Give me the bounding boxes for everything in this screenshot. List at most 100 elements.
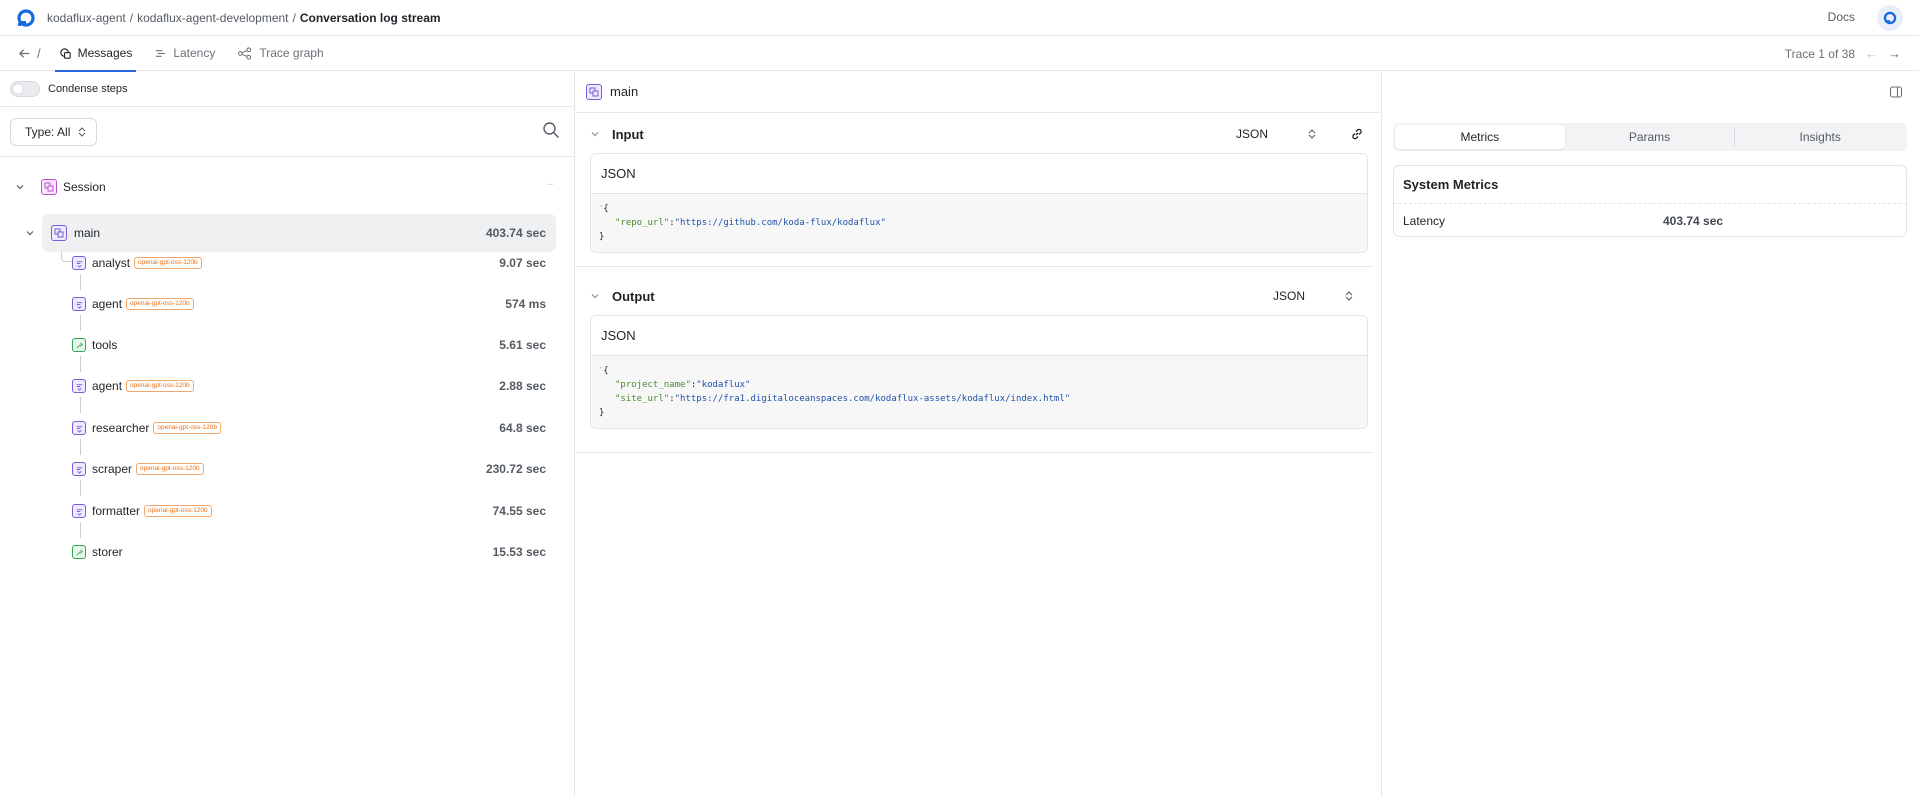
tab-metrics[interactable]: Metrics — [1395, 125, 1565, 149]
child-name: scraper — [92, 462, 133, 476]
breadcrumb-project[interactable]: kodaflux-agent — [47, 11, 126, 25]
child-time: 574 ms — [505, 297, 546, 311]
tree-connector — [80, 356, 81, 372]
tab-params[interactable]: Params — [1565, 125, 1735, 149]
session-label: Session — [63, 180, 106, 194]
type-filter-select[interactable]: Type: All — [10, 117, 98, 146]
messages-icon — [59, 47, 71, 59]
input-json-title: JSON — [591, 154, 1367, 194]
metric-label: Latency — [1403, 213, 1446, 228]
child-name: storer — [92, 545, 123, 559]
trace-graph-icon — [238, 46, 252, 60]
input-format-select[interactable]: JSON — [1236, 127, 1316, 141]
tree-connector — [80, 315, 81, 331]
breadcrumb: kodaflux-agent / kodaflux-agent-developm… — [47, 11, 441, 25]
model-badge: openai-gpt-oss-120b — [134, 257, 202, 269]
output-format-select[interactable]: JSON — [1273, 289, 1353, 303]
back-button[interactable]: / — [18, 46, 41, 61]
next-trace-icon[interactable]: → — [1888, 46, 1901, 61]
tab-latency-label: Latency — [173, 46, 216, 60]
llm-icon — [72, 462, 86, 476]
breadcrumb-separator: / — [292, 10, 296, 25]
tree-row-child[interactable]: researcher openai-gpt-oss-120b 64.8 sec — [72, 417, 556, 439]
json-open-brace: { — [603, 204, 609, 214]
output-title: Output — [612, 288, 655, 304]
tree-connector — [80, 480, 81, 496]
span-detail-panel: main Input JSON JSON ˇ{ "repo_url":"http… — [576, 71, 1382, 797]
avatar[interactable] — [1877, 5, 1903, 31]
llm-icon — [72, 379, 86, 393]
model-badge: openai-gpt-oss-120b — [126, 380, 194, 392]
llm-icon — [72, 297, 86, 311]
sidebar-toggle-icon[interactable] — [1889, 85, 1903, 99]
model-badge: openai-gpt-oss-120b — [153, 422, 221, 434]
input-section-header: Input JSON — [576, 115, 1374, 153]
tree-row-child[interactable]: storer 15.53 sec — [72, 541, 556, 563]
tree-connector — [80, 397, 81, 413]
llm-icon — [72, 421, 86, 435]
json-key: "site_url" — [615, 394, 670, 404]
child-name: tools — [92, 338, 118, 352]
tree-row-child[interactable]: scraper openai-gpt-oss-120b 230.72 sec — [72, 458, 556, 480]
input-json-card: JSON ˇ{ "repo_url":"https://github.com/k… — [590, 153, 1368, 253]
input-section: Input JSON JSON ˇ{ "repo_url":"https://g… — [576, 115, 1374, 267]
tree-row-child[interactable]: analyst openai-gpt-oss-120b 9.07 sec — [72, 252, 556, 274]
input-title: Input — [612, 126, 644, 142]
json-value: "https://github.com/koda-flux/kodaflux" — [674, 218, 886, 228]
previous-trace-icon[interactable]: ← — [1865, 46, 1878, 61]
chevron-updown-icon — [1308, 129, 1316, 139]
tab-messages[interactable]: Messages — [54, 36, 137, 72]
back-separator: / — [37, 45, 41, 61]
tree-row-main[interactable]: main 403.74 sec — [42, 214, 556, 252]
detail-tab-switcher: Metrics Params Insights — [1393, 123, 1907, 151]
trace-tree-panel: Condense steps Type: All Session – main … — [0, 71, 575, 797]
tree-connector — [80, 522, 81, 538]
logo-icon[interactable] — [15, 7, 37, 29]
breadcrumb-separator: / — [129, 10, 134, 25]
chevron-down-icon[interactable] — [590, 129, 600, 139]
tree-row-child[interactable]: formatter openai-gpt-oss-120b 74.55 sec — [72, 500, 556, 522]
docs-link[interactable]: Docs — [1828, 10, 1855, 24]
breadcrumb-environment[interactable]: kodaflux-agent-development — [137, 11, 288, 25]
link-icon[interactable] — [1350, 127, 1364, 141]
child-name: formatter — [92, 504, 141, 518]
span-title: main — [610, 84, 639, 99]
tree-row-child[interactable]: agent openai-gpt-oss-120b 574 ms — [72, 293, 556, 315]
condense-steps-row: Condense steps — [0, 71, 574, 107]
child-name: agent — [92, 297, 123, 311]
chevron-updown-icon — [1345, 291, 1353, 301]
json-close-brace: } — [599, 232, 605, 242]
top-header: kodaflux-agent / kodaflux-agent-developm… — [0, 0, 1919, 36]
tab-trace-graph[interactable]: Trace graph — [233, 36, 327, 71]
json-key: "project_name" — [615, 380, 691, 390]
json-value: "kodaflux" — [696, 380, 751, 390]
tab-messages-label: Messages — [77, 46, 133, 60]
main-time: 403.74 sec — [485, 226, 546, 240]
tree-row-session[interactable]: Session – — [0, 173, 575, 201]
tab-insights[interactable]: Insights — [1735, 125, 1905, 149]
session-collapse-icon[interactable]: – — [547, 179, 553, 190]
condense-steps-toggle[interactable] — [10, 80, 40, 97]
json-close-brace: } — [599, 408, 605, 418]
chevron-down-icon[interactable] — [590, 291, 600, 301]
child-time: 2.88 sec — [499, 379, 546, 393]
user-logo-icon — [1883, 11, 1897, 25]
llm-icon — [72, 504, 86, 518]
json-open-brace: { — [603, 366, 609, 376]
system-metrics-title: System Metrics — [1394, 166, 1906, 204]
metrics-panel: Metrics Params Insights System Metrics L… — [1383, 71, 1919, 797]
tab-latency[interactable]: Latency — [150, 36, 219, 71]
system-metrics-card: System Metrics Latency 403.74 sec — [1393, 165, 1907, 237]
llm-icon — [72, 256, 86, 270]
trace-navigator: Trace 1 of 38 ← → — [1785, 46, 1901, 61]
search-icon[interactable] — [542, 121, 560, 139]
tree-row-child[interactable]: agent openai-gpt-oss-120b 2.88 sec — [72, 375, 556, 397]
chevron-down-icon[interactable] — [25, 228, 35, 238]
chevron-down-icon[interactable] — [15, 182, 25, 192]
tool-icon — [72, 545, 86, 559]
trace-counter: Trace 1 of 38 — [1784, 46, 1855, 61]
tree-row-child[interactable]: tools 5.61 sec — [72, 334, 556, 356]
chain-icon — [51, 225, 67, 241]
child-name: researcher — [92, 421, 150, 435]
output-format-label: JSON — [1273, 289, 1306, 303]
